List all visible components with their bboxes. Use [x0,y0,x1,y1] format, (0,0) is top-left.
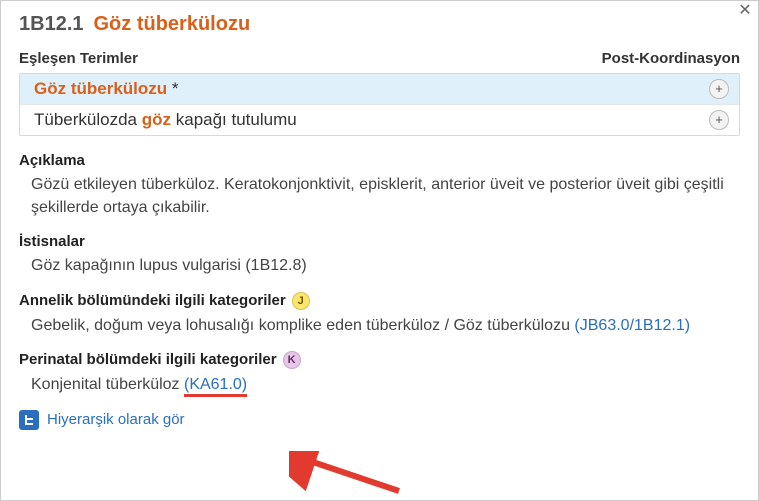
match-text: Göz tüberkülozu * [34,79,179,99]
section-maternal: Annelik bölümündeki ilgili kategoriler J… [19,292,740,337]
section-title-text: Perinatal bölümdeki ilgili kategoriler [19,351,277,368]
section-title: İstisnalar [19,233,740,250]
annotation-arrow [289,451,409,501]
postcoord-label: Post-Koordinasyon [602,50,740,67]
section-perinatal: Perinatal bölümdeki ilgili kategoriler K… [19,351,740,396]
postcoord-add-button[interactable]: + [709,110,729,130]
hierarchy-link[interactable]: Hiyerarşik olarak gör [47,411,185,428]
section-title: Perinatal bölümdeki ilgili kategoriler K [19,351,740,369]
match-text: Tüberkülozda göz kapağı tutulumu [34,110,297,130]
section-title: Açıklama [19,152,740,169]
section-body: Gözü etkileyen tüberküloz. Keratokonjonk… [19,173,740,219]
entity-code: 1B12.1 [19,13,84,36]
header: 1B12.1 Göz tüberkülozu [19,13,740,36]
close-icon[interactable]: ✕ [736,3,754,21]
code-link[interactable]: (KA61.0) [184,376,247,397]
columns-header: Eşleşen Terimler Post-Koordinasyon [19,50,740,67]
match-row[interactable]: Göz tüberkülozu * + [20,74,739,104]
match-highlight: Göz tüberkülozu [34,79,167,98]
matching-terms-label: Eşleşen Terimler [19,50,138,67]
detail-panel: 1B12.1 Göz tüberkülozu Eşleşen Terimler … [1,1,758,442]
match-prefix: Tüberkülozda [34,110,142,129]
match-list: Göz tüberkülozu * + Tüberkülozda göz kap… [19,73,740,136]
section-title: Annelik bölümündeki ilgili kategoriler J [19,292,740,310]
chapter-badge-j: J [292,292,310,310]
entity-title: Göz tüberkülozu [94,13,251,36]
section-body: Gebelik, doğum veya lohusalığı komplike … [19,314,740,337]
section-exclusions: İstisnalar Göz kapağının lupus vulgarisi… [19,233,740,277]
section-description: Açıklama Gözü etkileyen tüberküloz. Kera… [19,152,740,219]
section-title-text: Annelik bölümündeki ilgili kategoriler [19,292,286,309]
section-body: Konjenital tüberküloz (KA61.0) [19,373,740,396]
match-suffix: kapağı tutulumu [171,110,297,129]
code-link[interactable]: (JB63.0/1B12.1) [574,317,690,334]
section-body: Göz kapağının lupus vulgarisi (1B12.8) [19,254,740,277]
match-suffix: * [167,79,178,98]
hierarchy-icon[interactable] [19,410,39,430]
section-body-text: Gebelik, doğum veya lohusalığı komplike … [31,317,574,334]
match-row[interactable]: Tüberkülozda göz kapağı tutulumu + [20,104,739,135]
postcoord-add-button[interactable]: + [709,79,729,99]
match-highlight: göz [142,110,171,129]
chapter-badge-k: K [283,351,301,369]
footer: Hiyerarşik olarak gör [19,410,740,430]
section-body-text: Konjenital tüberküloz [31,376,184,393]
